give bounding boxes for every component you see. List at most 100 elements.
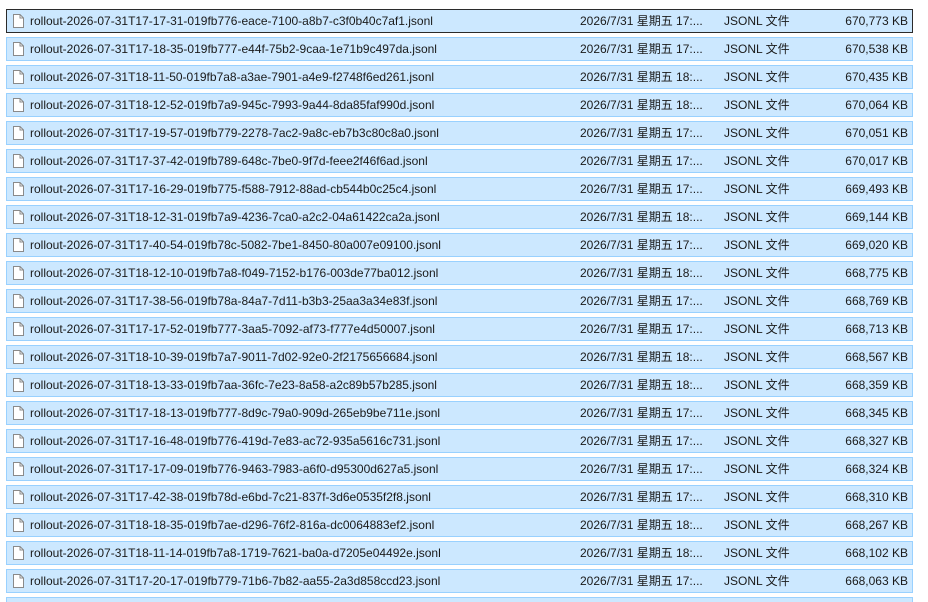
file-date-modified: 2026/7/31 星期五 18:... xyxy=(580,210,703,224)
file-icon xyxy=(13,182,24,196)
file-size: 670,773 KB xyxy=(845,14,908,28)
file-date-modified: 2026/7/31 星期五 18:... xyxy=(580,350,703,364)
file-date-modified: 2026/7/31 星期五 17:... xyxy=(580,182,703,196)
file-size: 668,775 KB xyxy=(845,266,908,280)
file-row[interactable]: rollout-2026-07-31T18-18-35-019fb7ae-d29… xyxy=(6,513,913,537)
file-name: rollout-2026-07-31T17-18-35-019fb777-e44… xyxy=(30,42,437,56)
file-row[interactable]: rollout-2026-07-31T17-42-38-019fb78d-e6b… xyxy=(6,485,913,509)
file-size: 668,324 KB xyxy=(845,462,908,476)
file-icon xyxy=(13,238,24,252)
file-row[interactable]: rollout-2026-07-31T17-17-31-019fb776-eac… xyxy=(6,9,913,33)
file-size: 669,493 KB xyxy=(845,182,908,196)
file-row[interactable]: rollout-2026-07-31T17-19-57-019fb779-227… xyxy=(6,121,913,145)
file-name: rollout-2026-07-31T18-12-10-019fb7a8-f04… xyxy=(30,266,439,280)
file-date-modified: 2026/7/31 星期五 17:... xyxy=(580,406,703,420)
file-name: rollout-2026-07-31T18-13-33-019fb7aa-36f… xyxy=(30,378,437,392)
file-row[interactable]: rollout-2026-07-31T18-12-52-019fb7a9-945… xyxy=(6,93,913,117)
file-date-modified: 2026/7/31 星期五 18:... xyxy=(580,518,703,532)
file-row[interactable]: rollout-2026-07-31T17-16-48-019fb776-419… xyxy=(6,429,913,453)
file-size: 668,310 KB xyxy=(845,490,908,504)
file-row[interactable]: rollout-2026-07-31T17-17-09-019fb776-946… xyxy=(6,457,913,481)
file-name: rollout-2026-07-31T17-40-54-019fb78c-508… xyxy=(30,238,441,252)
file-size: 668,063 KB xyxy=(845,574,908,588)
file-row[interactable]: rollout-2026-07-31T17-16-29-019fb775-f58… xyxy=(6,177,913,201)
file-icon xyxy=(13,350,24,364)
file-row[interactable]: rollout-2026-07-31T18-11-14-019fb7a8-171… xyxy=(6,541,913,565)
file-date-modified: 2026/7/31 星期五 18:... xyxy=(580,378,703,392)
file-date-modified: 2026/7/31 星期五 17:... xyxy=(580,42,703,56)
file-date-modified: 2026/7/31 星期五 18:... xyxy=(580,546,703,560)
file-row[interactable]: rollout-2026-07-31T18-12-10-019fb7a8-f04… xyxy=(6,261,913,285)
file-date-modified: 2026/7/31 星期五 17:... xyxy=(580,294,703,308)
file-date-modified: 2026/7/31 星期五 17:... xyxy=(580,490,703,504)
file-icon xyxy=(13,14,24,28)
file-date-modified: 2026/7/31 星期五 18:... xyxy=(580,70,703,84)
file-name: rollout-2026-07-31T18-11-14-019fb7a8-171… xyxy=(30,546,441,560)
file-size: 668,267 KB xyxy=(845,518,908,532)
file-icon xyxy=(13,70,24,84)
file-row[interactable]: rollout-2026-07-31T18-10-39-019fb7a7-901… xyxy=(6,345,913,369)
file-row[interactable]: rollout-2026-07-31T17-18-35-019fb777-e44… xyxy=(6,37,913,61)
file-date-modified: 2026/7/31 星期五 17:... xyxy=(580,14,703,28)
file-size: 669,144 KB xyxy=(845,210,908,224)
file-row[interactable]: rollout-2026-07-31T18-11-50-019fb7a8-a3a… xyxy=(6,65,913,89)
file-icon xyxy=(13,126,24,140)
file-row[interactable]: rollout-2026-07-31T17-38-56-019fb78a-84a… xyxy=(6,289,913,313)
file-row[interactable]: rollout-2026-07-31T17-18-13-019fb777-8d9… xyxy=(6,401,913,425)
file-date-modified: 2026/7/31 星期五 17:... xyxy=(580,462,703,476)
file-size: 668,769 KB xyxy=(845,294,908,308)
file-icon xyxy=(13,210,24,224)
file-name: rollout-2026-07-31T17-17-31-019fb776-eac… xyxy=(30,14,433,28)
file-name: rollout-2026-07-31T18-10-39-019fb7a7-901… xyxy=(30,350,438,364)
file-size: 668,567 KB xyxy=(845,350,908,364)
file-date-modified: 2026/7/31 星期五 17:... xyxy=(580,238,703,252)
file-name: rollout-2026-07-31T18-12-52-019fb7a9-945… xyxy=(30,98,435,112)
file-size: 669,020 KB xyxy=(845,238,908,252)
file-row[interactable]: rollout-2026-07-31T17-17-52-019fb777-3aa… xyxy=(6,317,913,341)
file-name: rollout-2026-07-31T18-11-50-019fb7a8-a3a… xyxy=(30,70,435,84)
file-name: rollout-2026-07-31T17-18-13-019fb777-8d9… xyxy=(30,406,441,420)
file-icon xyxy=(13,322,24,336)
file-row-partial[interactable] xyxy=(6,597,913,602)
file-date-modified: 2026/7/31 星期五 17:... xyxy=(580,322,703,336)
file-date-modified: 2026/7/31 星期五 18:... xyxy=(580,266,703,280)
file-row[interactable]: rollout-2026-07-31T18-13-33-019fb7aa-36f… xyxy=(6,373,913,397)
file-date-modified: 2026/7/31 星期五 17:... xyxy=(580,126,703,140)
file-icon xyxy=(13,518,24,532)
file-size: 668,345 KB xyxy=(845,406,908,420)
file-name: rollout-2026-07-31T17-17-52-019fb777-3aa… xyxy=(30,322,435,336)
file-size: 670,051 KB xyxy=(845,126,908,140)
file-name: rollout-2026-07-31T18-12-31-019fb7a9-423… xyxy=(30,210,440,224)
file-date-modified: 2026/7/31 星期五 17:... xyxy=(580,434,703,448)
file-icon xyxy=(13,434,24,448)
file-size: 668,102 KB xyxy=(845,546,908,560)
file-icon xyxy=(13,266,24,280)
file-row[interactable]: rollout-2026-07-31T17-37-42-019fb789-648… xyxy=(6,149,913,173)
file-name: rollout-2026-07-31T18-18-35-019fb7ae-d29… xyxy=(30,518,435,532)
file-icon xyxy=(13,294,24,308)
file-row[interactable]: rollout-2026-07-31T17-40-54-019fb78c-508… xyxy=(6,233,913,257)
file-icon xyxy=(13,490,24,504)
file-row[interactable]: rollout-2026-07-31T18-12-31-019fb7a9-423… xyxy=(6,205,913,229)
file-icon xyxy=(13,462,24,476)
file-icon xyxy=(13,98,24,112)
file-row[interactable]: rollout-2026-07-31T17-20-17-019fb779-71b… xyxy=(6,569,913,593)
file-name: rollout-2026-07-31T17-20-17-019fb779-71b… xyxy=(30,574,441,588)
file-name: rollout-2026-07-31T17-42-38-019fb78d-e6b… xyxy=(30,490,431,504)
file-icon xyxy=(13,378,24,392)
file-name: rollout-2026-07-31T17-19-57-019fb779-227… xyxy=(30,126,439,140)
file-size: 670,017 KB xyxy=(845,154,908,168)
file-name: rollout-2026-07-31T17-16-29-019fb775-f58… xyxy=(30,182,437,196)
file-size: 670,435 KB xyxy=(845,70,908,84)
file-size: 668,713 KB xyxy=(845,322,908,336)
file-date-modified: 2026/7/31 星期五 17:... xyxy=(580,154,703,168)
file-icon xyxy=(13,574,24,588)
file-icon xyxy=(13,406,24,420)
file-name: rollout-2026-07-31T17-16-48-019fb776-419… xyxy=(30,434,441,448)
file-name: rollout-2026-07-31T17-37-42-019fb789-648… xyxy=(30,154,428,168)
file-date-modified: 2026/7/31 星期五 17:... xyxy=(580,574,703,588)
file-icon xyxy=(13,546,24,560)
file-size: 668,359 KB xyxy=(845,378,908,392)
file-icon xyxy=(13,42,24,56)
file-size: 670,538 KB xyxy=(845,42,908,56)
